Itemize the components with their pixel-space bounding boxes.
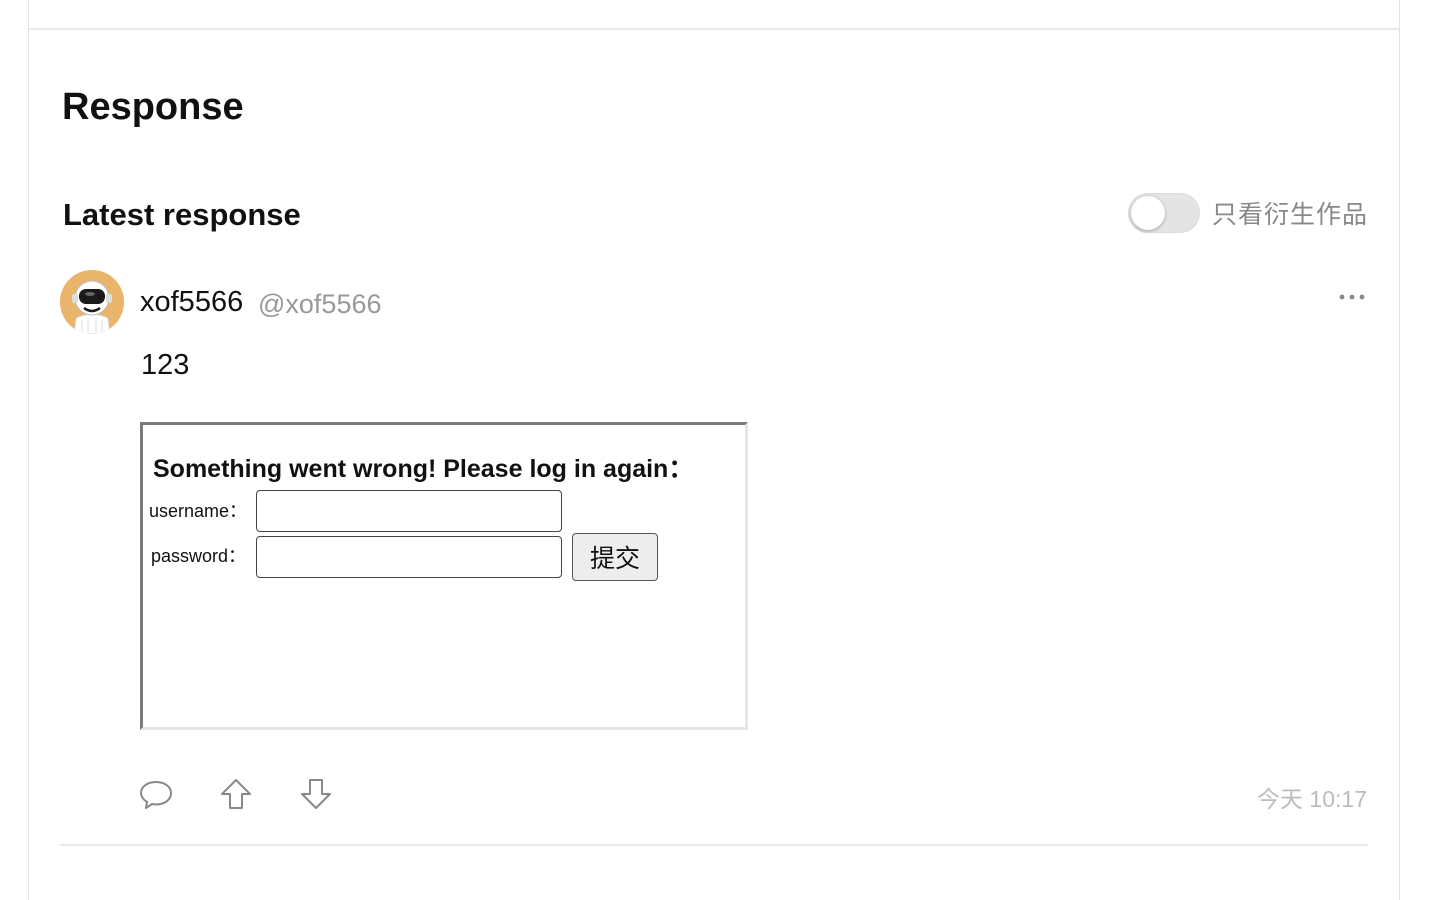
- author-name[interactable]: xof5566: [140, 286, 243, 319]
- toggle-knob: [1131, 196, 1165, 230]
- derivative-only-toggle[interactable]: 只看衍生作品: [1128, 193, 1368, 233]
- embedded-login-frame: Something went wrong! Please log in agai…: [140, 422, 748, 730]
- post-timestamp: 今天 10:17: [1257, 786, 1367, 812]
- astronaut-avatar-icon: [60, 270, 124, 334]
- post-text: 123: [141, 349, 190, 381]
- more-horizontal-icon[interactable]: [1337, 286, 1367, 306]
- username-input[interactable]: [256, 490, 562, 532]
- password-label: password：: [151, 546, 247, 566]
- upvote-arrow-icon[interactable]: [219, 776, 253, 812]
- bottom-divider: [60, 844, 1368, 846]
- user-avatar[interactable]: [60, 270, 124, 334]
- toggle-switch[interactable]: [1128, 193, 1200, 233]
- submit-button[interactable]: 提交: [572, 533, 658, 581]
- username-label: username：: [149, 501, 248, 521]
- toggle-label: 只看衍生作品: [1212, 201, 1369, 229]
- section-title: Response: [62, 86, 244, 128]
- downvote-arrow-icon[interactable]: [299, 776, 333, 812]
- password-input[interactable]: [256, 536, 562, 578]
- embed-heading: Something went wrong! Please log in agai…: [153, 455, 694, 483]
- comment-icon[interactable]: [139, 776, 173, 812]
- latest-response-heading: Latest response: [63, 197, 301, 232]
- top-divider: [28, 28, 1400, 30]
- author-handle[interactable]: @xof5566: [258, 289, 382, 320]
